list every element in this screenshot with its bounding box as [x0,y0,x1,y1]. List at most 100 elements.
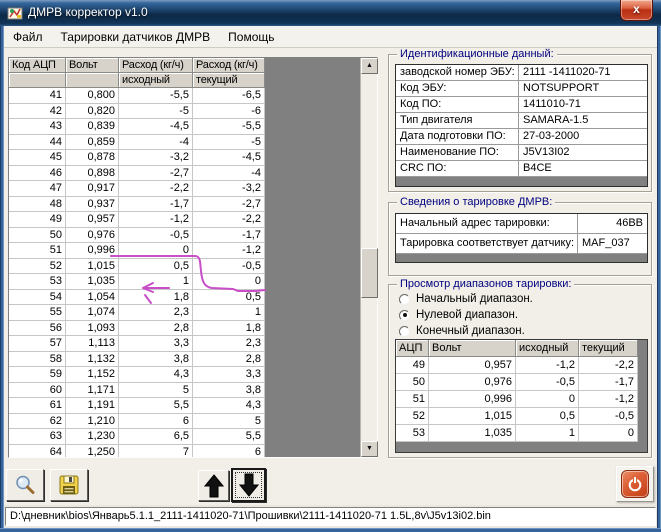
cell: 56 [9,321,66,337]
cell: 7 [119,445,193,458]
cell: 50 [396,374,429,391]
cell: 0,917 [66,181,119,197]
cell: 55 [9,305,66,321]
cell: 0,5 [193,290,265,306]
cell: -4,5 [193,150,265,166]
range-grid-row[interactable]: 531,03510 [396,425,638,442]
cell: 53 [9,274,66,290]
scroll-down-icon[interactable]: ▼ [361,441,378,457]
grid-row[interactable]: 510,9960-1,2 [9,243,265,259]
grid-row[interactable]: 480,937-1,7-2,7 [9,197,265,213]
calibration-info-table: Начальный адрес тарировки:46BBТарировка … [395,213,648,263]
cell: 0 [193,274,265,290]
radio-icon[interactable] [399,294,410,305]
cell: -3,2 [193,181,265,197]
radio-label: Конечный диапазон. [416,325,525,337]
menu-help[interactable]: Помощь [219,27,283,47]
cell: 3,8 [119,352,193,368]
cell: 1,074 [66,305,119,321]
scrollbar-thumb[interactable] [361,248,378,298]
close-button[interactable]: x [620,0,653,21]
grid-row[interactable]: 601,17153,8 [9,383,265,399]
grid-row[interactable]: 460,898-2,7-4 [9,166,265,182]
grid-row[interactable]: 591,1524,33,3 [9,367,265,383]
grid-row[interactable]: 641,25076 [9,445,265,458]
grid-row[interactable]: 420,820-5-6 [9,104,265,120]
cell: 48 [9,197,66,213]
cell: -5,5 [193,119,265,135]
cell: -1,2 [193,243,265,259]
cell: 45 [9,150,66,166]
cell: B4CE [518,161,647,176]
radio-label: Нулевой диапазон. [416,309,518,321]
cell: заводской номер ЭБУ: [396,65,518,80]
cell [66,73,119,88]
cell: АЦП [396,340,429,357]
cell: -2,7 [193,197,265,213]
grid-row[interactable]: 450,878-3,2-4,5 [9,150,265,166]
cell: 0 [119,243,193,259]
cell: 44 [9,135,66,151]
cell: 1,171 [66,383,119,399]
range-grid-row[interactable]: 510,9960-1,2 [396,391,638,408]
radio-option[interactable]: Конечный диапазон. [399,323,533,339]
radio-option[interactable]: Начальный диапазон. [399,291,533,307]
identification-row: Код ЭБУ:NOTSUPPORT [396,81,647,97]
grid-row[interactable]: 631,2306,55,5 [9,429,265,445]
calibration-grid-panel: Код АЦПВольтРасход (кг/ч)Расход (кг/ч)ис… [8,57,378,458]
cell: 1,113 [66,336,119,352]
cell: 0,839 [66,119,119,135]
cell: 42 [9,104,66,120]
cell: Вольт [66,58,119,73]
cell: -5,5 [119,88,193,104]
range-grid-row[interactable]: 521,0150,5-0,5 [396,408,638,425]
grid-row[interactable]: 581,1323,82,8 [9,352,265,368]
grid-row[interactable]: 621,21065 [9,414,265,430]
magnifier-icon [14,474,36,496]
cell: текущий [193,73,265,88]
grid-row[interactable]: 440,859-4-5 [9,135,265,151]
vertical-scrollbar[interactable]: ▲ ▼ [360,58,377,457]
grid-row[interactable]: 521,0150,5-0,5 [9,259,265,275]
cell: 59 [9,367,66,383]
grid-row[interactable]: 500,976-0,5-1,7 [9,228,265,244]
preview-button[interactable] [6,469,44,501]
identification-row: Наименование ПО:J5V13I02 [396,145,647,161]
grid-row[interactable]: 571,1133,32,3 [9,336,265,352]
grid-row[interactable]: 561,0932,81,8 [9,321,265,337]
scroll-up-icon[interactable]: ▲ [361,58,378,74]
cell: -4,5 [119,119,193,135]
grid-row[interactable]: 611,1915,54,3 [9,398,265,414]
cell: 3,3 [119,336,193,352]
cell: 51 [9,243,66,259]
move-down-button[interactable] [231,468,266,502]
radio-option[interactable]: Нулевой диапазон. [399,307,533,323]
cell: 0,5 [516,408,579,425]
range-grid-row[interactable]: 500,976-0,5-1,7 [396,374,638,391]
cell [9,73,66,88]
radio-icon[interactable] [399,326,410,337]
cell: 63 [9,429,66,445]
radio-selected-icon[interactable] [399,310,410,321]
identification-table: заводской номер ЭБУ:2111 -1411020-71Код … [395,64,648,187]
cell: -1,7 [193,228,265,244]
cell: -3,2 [119,150,193,166]
save-button[interactable] [50,469,88,501]
move-up-button[interactable] [198,470,229,501]
grid-row[interactable]: 430,839-4,5-5,5 [9,119,265,135]
grid-row[interactable]: 551,0742,31 [9,305,265,321]
menu-file[interactable]: Файл [4,27,52,47]
cell: 1,035 [66,274,119,290]
grid-row[interactable]: 490,957-1,2-2,2 [9,212,265,228]
cell: NOTSUPPORT [518,81,647,96]
grid-row[interactable]: 541,0541,80,5 [9,290,265,306]
grid-row[interactable]: 531,03510 [9,274,265,290]
grid-row[interactable]: 410,800-5,5-6,5 [9,88,265,104]
exit-button[interactable] [621,470,649,498]
cell: -0,5 [516,374,579,391]
cell: Код АЦП [9,58,66,73]
cell: 2,3 [193,336,265,352]
range-grid-row[interactable]: 490,957-1,2-2,2 [396,357,638,374]
grid-row[interactable]: 470,917-2,2-3,2 [9,181,265,197]
menu-calibrations[interactable]: Тарировки датчиков ДМРВ [52,27,220,47]
